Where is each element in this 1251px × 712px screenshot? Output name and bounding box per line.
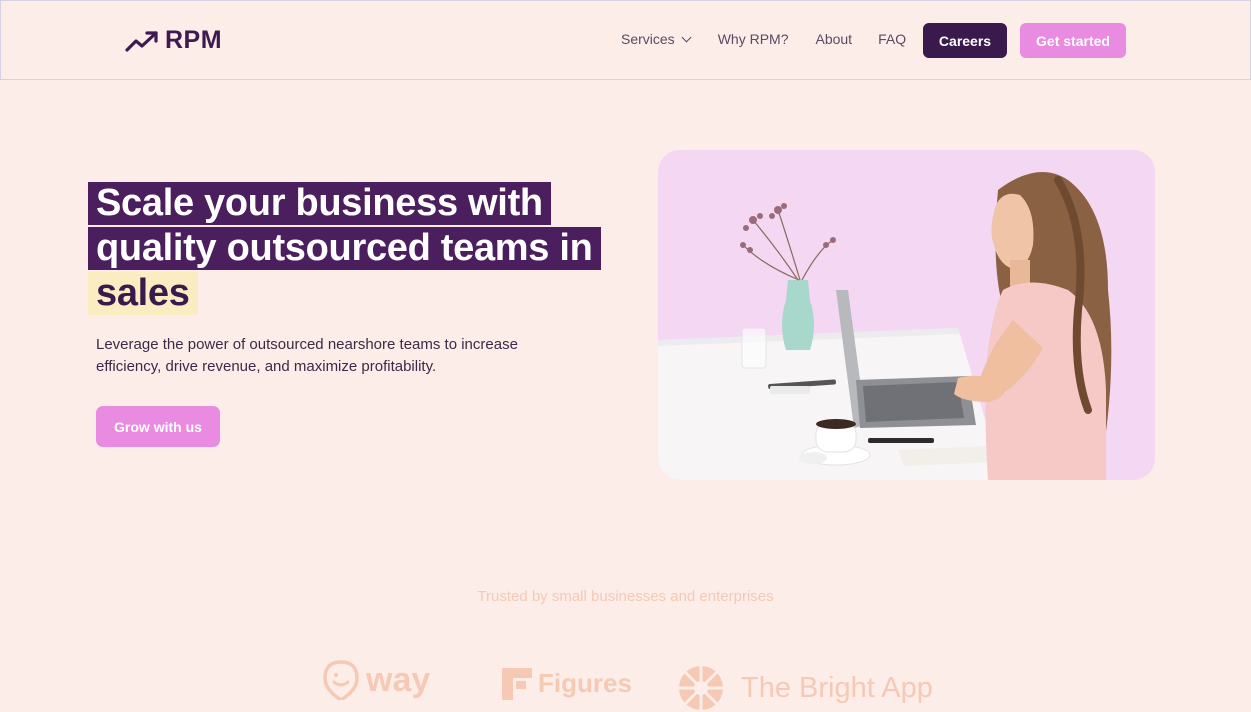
nav-services-label: Services (621, 31, 675, 47)
grow-with-us-button[interactable]: Grow with us (96, 406, 220, 447)
bright-app-logo-icon (679, 666, 723, 710)
client-logo-way-text: way (366, 660, 431, 699)
nav-services[interactable]: Services (621, 31, 692, 47)
nav-faq[interactable]: FAQ (878, 31, 906, 47)
nav-why-rpm[interactable]: Why RPM? (718, 31, 789, 47)
nav-about[interactable]: About (815, 31, 852, 47)
get-started-button[interactable]: Get started (1020, 23, 1126, 58)
client-logo-figures-text: Figures (538, 667, 632, 698)
hero-title-line-2: quality outsourced teams in (88, 227, 601, 270)
trending-up-arrow-icon (125, 30, 158, 52)
chevron-down-icon (681, 32, 692, 42)
hero-title-line-1: Scale your business with (88, 182, 551, 225)
careers-button[interactable]: Careers (923, 23, 1007, 58)
location-pin-icon (323, 660, 359, 700)
hero-title-highlight: sales (88, 272, 198, 315)
client-logo-bright-app-text: The Bright App (741, 671, 933, 704)
client-logo-figures: Figures (500, 666, 632, 700)
brand-name: RPM (165, 26, 223, 54)
figures-logo-icon (502, 668, 532, 700)
woman-at-laptop-illustration (658, 150, 1155, 480)
hero-subtitle: Leverage the power of outsourced nearsho… (96, 336, 518, 375)
main-nav: Services Why RPM? About FAQ (621, 31, 906, 47)
top-navbar: RPM Services Why RPM? About FAQ Careers … (0, 0, 1251, 80)
hero-title: Scale your business with quality outsour… (88, 182, 628, 317)
trusted-heading: Trusted by small businesses and enterpri… (477, 588, 774, 605)
hero-image (658, 150, 1155, 480)
client-logo-bright-app: The Bright App (677, 664, 933, 712)
client-logo-way: way (322, 660, 430, 700)
brand-logo[interactable]: RPM (125, 26, 222, 55)
